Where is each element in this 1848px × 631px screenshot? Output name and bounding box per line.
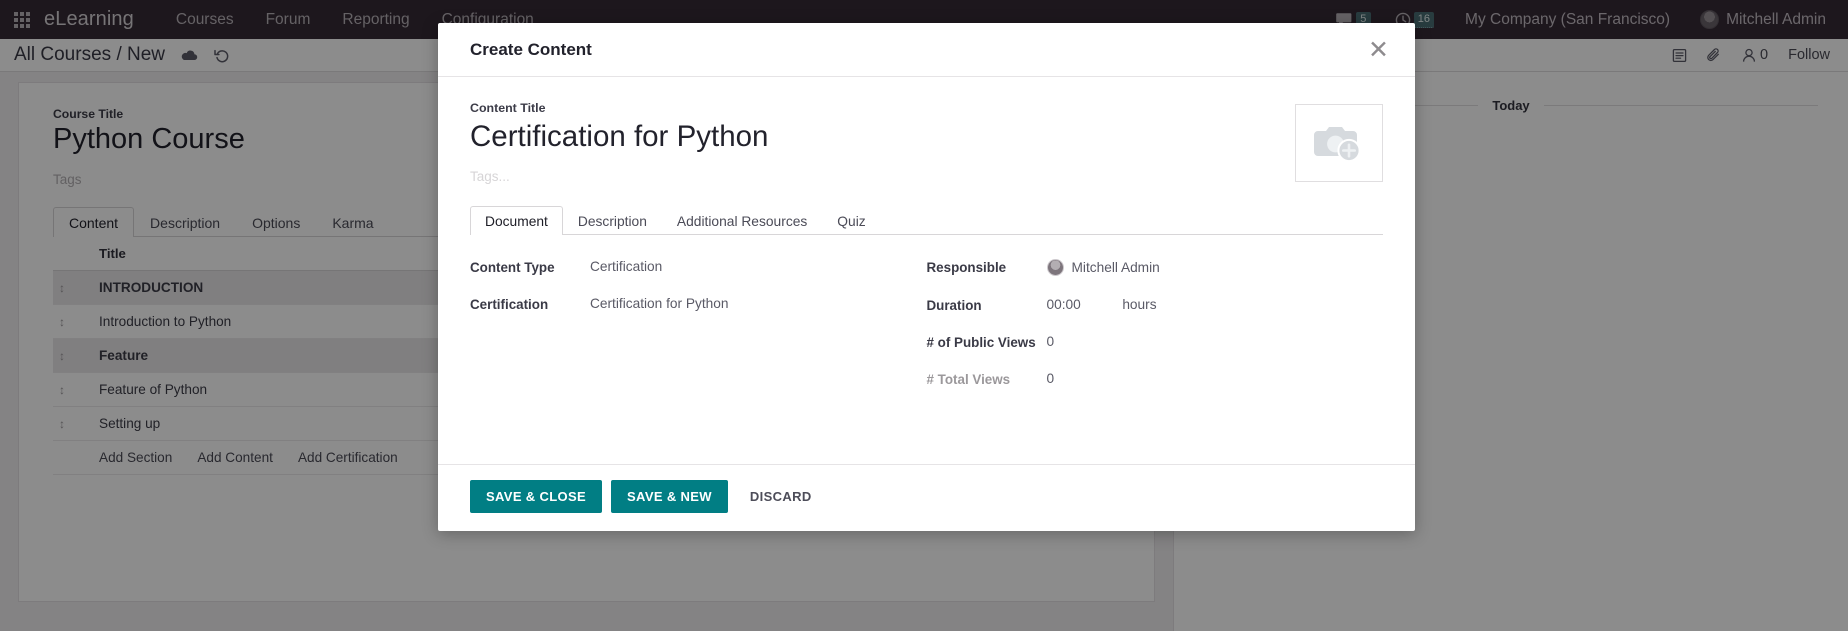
fields-right-column: Responsible Mitchell Admin Duration 00:0… <box>927 259 1384 408</box>
dialog-title: Create Content <box>470 40 592 60</box>
close-icon[interactable]: ✕ <box>1364 40 1393 60</box>
dialog-top-section: Content Title Certification for Python T… <box>470 101 1383 184</box>
dialog-footer: SAVE & CLOSE SAVE & NEW DISCARD <box>438 464 1415 531</box>
dialog-body: Content Title Certification for Python T… <box>438 77 1415 464</box>
dialog-header: Create Content ✕ <box>438 23 1415 77</box>
field-responsible: Responsible Mitchell Admin <box>927 259 1384 276</box>
responsible-label: Responsible <box>927 259 1047 275</box>
content-title-label: Content Title <box>470 101 1295 115</box>
content-tags-input[interactable]: Tags... <box>470 169 1295 184</box>
duration-label: Duration <box>927 297 1047 313</box>
save-and-close-button[interactable]: SAVE & CLOSE <box>470 480 602 513</box>
certification-label: Certification <box>470 296 590 312</box>
tab-additional-resources[interactable]: Additional Resources <box>662 206 822 235</box>
field-certification: Certification Certification for Python <box>470 296 927 312</box>
user-avatar-icon <box>1047 259 1064 276</box>
save-and-new-button[interactable]: SAVE & NEW <box>611 480 728 513</box>
content-title-input[interactable]: Certification for Python <box>470 119 1295 155</box>
camera-add-image-icon <box>1312 122 1366 164</box>
discard-button[interactable]: DISCARD <box>737 480 825 513</box>
tab-document[interactable]: Document <box>470 206 563 235</box>
total-views-value: 0 <box>1047 371 1055 386</box>
responsible-value[interactable]: Mitchell Admin <box>1047 259 1160 276</box>
responsible-name: Mitchell Admin <box>1072 260 1160 275</box>
certification-value[interactable]: Certification for Python <box>590 296 728 311</box>
content-type-label: Content Type <box>470 259 590 275</box>
tab-description[interactable]: Description <box>563 206 662 235</box>
fields-left-column: Content Type Certification Certification… <box>470 259 927 408</box>
field-content-type: Content Type Certification <box>470 259 927 275</box>
public-views-value: 0 <box>1047 334 1055 349</box>
duration-input[interactable]: 00:00 <box>1047 297 1097 312</box>
content-image-upload[interactable] <box>1295 104 1383 182</box>
field-duration: Duration 00:00 hours <box>927 297 1384 313</box>
total-views-label: # Total Views <box>927 371 1047 387</box>
field-public-views: # of Public Views 0 <box>927 334 1384 350</box>
dialog-tabs: Document Description Additional Resource… <box>470 206 1383 235</box>
dialog-fields: Content Type Certification Certification… <box>470 235 1383 442</box>
tab-quiz[interactable]: Quiz <box>822 206 880 235</box>
duration-unit-label: hours <box>1122 297 1156 312</box>
content-type-value[interactable]: Certification <box>590 259 662 274</box>
public-views-label: # of Public Views <box>927 334 1047 350</box>
dialog-title-group: Content Title Certification for Python T… <box>470 101 1295 184</box>
duration-value-group: 00:00 hours <box>1047 297 1157 312</box>
field-total-views: # Total Views 0 <box>927 371 1384 387</box>
create-content-dialog: Create Content ✕ Content Title Certifica… <box>438 23 1415 531</box>
